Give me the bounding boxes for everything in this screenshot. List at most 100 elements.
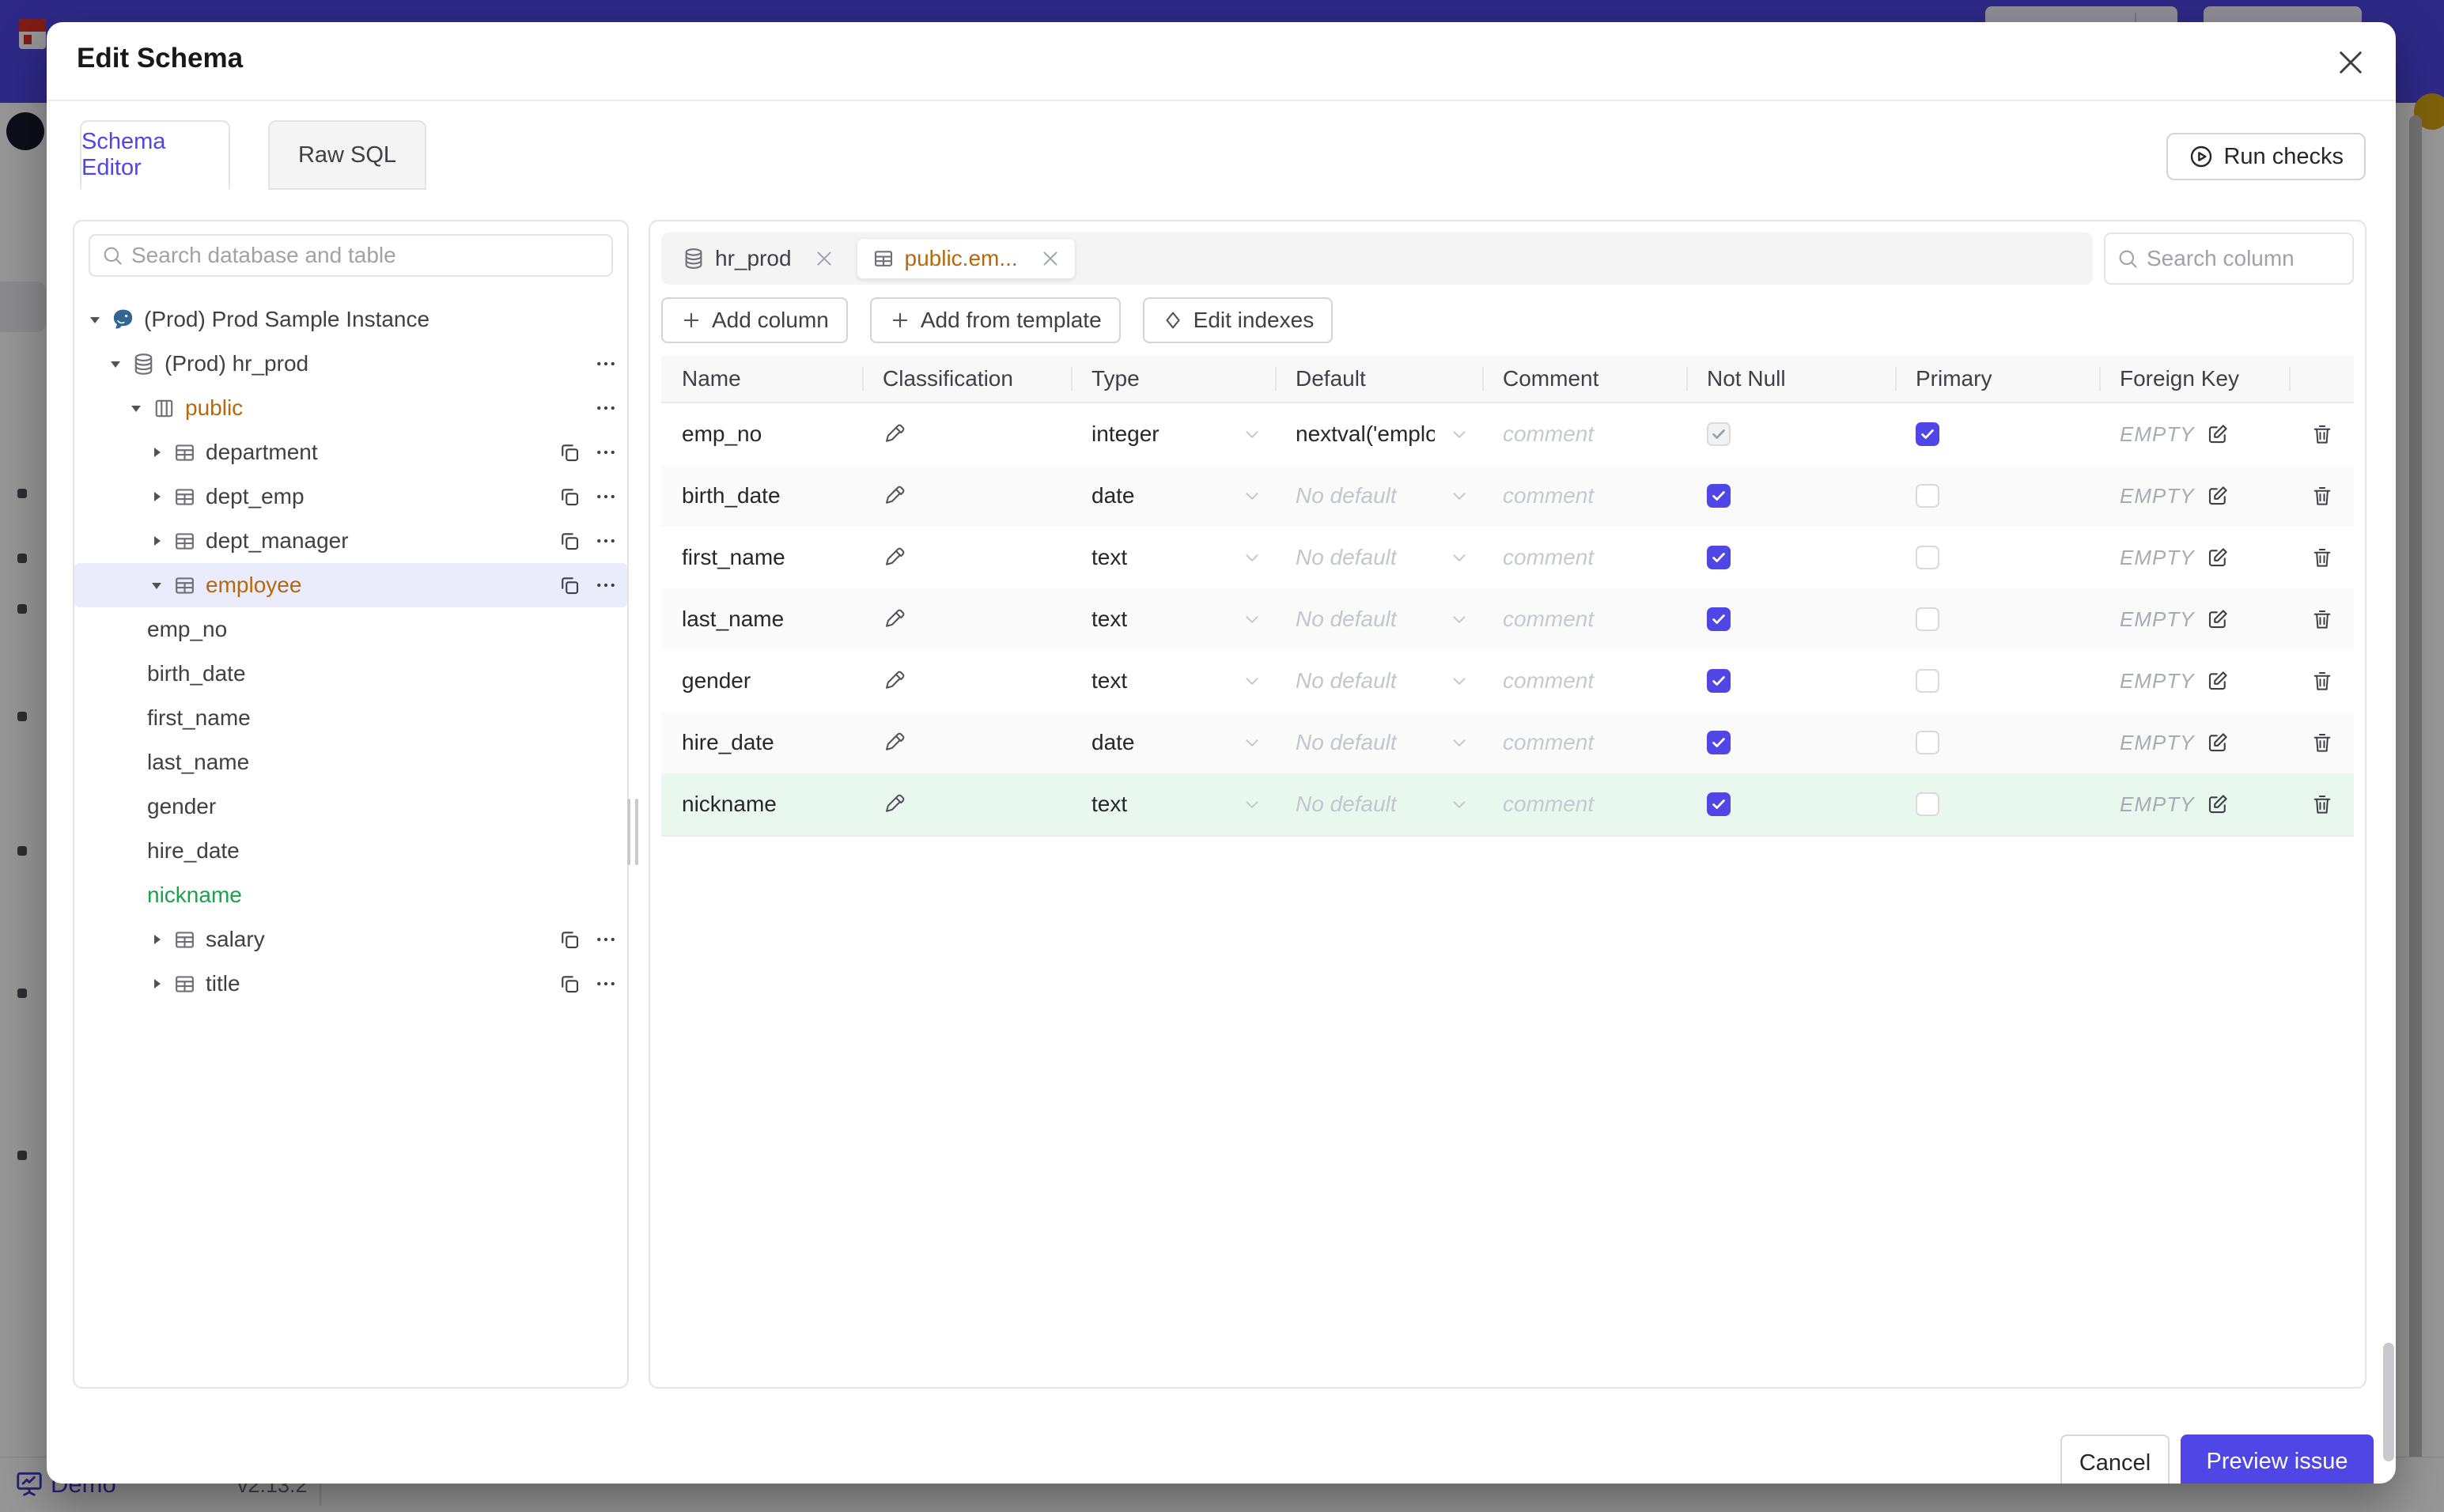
pencil-icon[interactable] xyxy=(883,484,906,508)
tab-raw-sql[interactable]: Raw SQL xyxy=(268,120,426,190)
copy-icon[interactable] xyxy=(558,485,581,508)
trash-icon[interactable] xyxy=(2310,422,2334,446)
column-name-cell[interactable]: first_name xyxy=(661,545,862,570)
add-from-template-button[interactable]: Add from template xyxy=(869,297,1121,343)
column-name-cell[interactable]: hire_date xyxy=(661,730,862,755)
default-select[interactable]: No default xyxy=(1275,483,1482,508)
tab-chip-public-employee[interactable]: public.em... xyxy=(856,238,1076,279)
not-null-checkbox[interactable] xyxy=(1707,731,1731,754)
caret-down-icon[interactable] xyxy=(106,354,125,373)
copy-icon[interactable] xyxy=(558,573,581,597)
comment-input[interactable]: comment xyxy=(1482,792,1686,817)
modal-scrollbar[interactable] xyxy=(2383,1343,2394,1461)
edit-foreign-key-icon[interactable] xyxy=(2206,546,2230,569)
comment-input[interactable]: comment xyxy=(1482,421,1686,447)
tree-item[interactable]: emp_no xyxy=(74,607,627,652)
primary-checkbox[interactable] xyxy=(1916,546,1939,569)
default-select[interactable]: No default xyxy=(1275,668,1482,694)
more-icon[interactable] xyxy=(594,529,618,553)
column-search-input[interactable] xyxy=(2147,246,2341,271)
close-icon[interactable] xyxy=(814,248,834,269)
tab-schema-editor[interactable]: Schema Editor xyxy=(80,120,230,190)
cancel-button[interactable]: Cancel xyxy=(2060,1435,2170,1484)
trash-icon[interactable] xyxy=(2310,669,2334,693)
tree-item[interactable]: public xyxy=(74,386,627,430)
primary-checkbox[interactable] xyxy=(1916,607,1939,631)
copy-icon[interactable] xyxy=(558,529,581,553)
preview-issue-button[interactable]: Preview issue xyxy=(2181,1435,2374,1484)
column-name-cell[interactable]: birth_date xyxy=(661,483,862,508)
tree-item[interactable]: salary xyxy=(74,917,627,962)
more-icon[interactable] xyxy=(594,396,618,420)
tree-item[interactable]: gender xyxy=(74,784,627,829)
close-icon[interactable] xyxy=(2334,46,2367,79)
copy-icon[interactable] xyxy=(558,440,581,464)
edit-foreign-key-icon[interactable] xyxy=(2206,484,2230,508)
tree-item[interactable]: department xyxy=(74,430,627,474)
pencil-icon[interactable] xyxy=(883,546,906,569)
type-select[interactable]: text xyxy=(1071,792,1275,817)
more-icon[interactable] xyxy=(594,928,618,951)
primary-checkbox[interactable] xyxy=(1916,669,1939,693)
trash-icon[interactable] xyxy=(2310,792,2334,816)
more-icon[interactable] xyxy=(594,573,618,597)
caret-down-icon[interactable] xyxy=(127,399,146,418)
edit-foreign-key-icon[interactable] xyxy=(2206,792,2230,816)
pencil-icon[interactable] xyxy=(883,731,906,754)
edit-foreign-key-icon[interactable] xyxy=(2206,607,2230,631)
column-name-cell[interactable]: nickname xyxy=(661,792,862,817)
tree-item[interactable]: first_name xyxy=(74,696,627,740)
trash-icon[interactable] xyxy=(2310,484,2334,508)
type-select[interactable]: integer xyxy=(1071,421,1275,447)
tree-item[interactable]: last_name xyxy=(74,740,627,784)
primary-checkbox[interactable] xyxy=(1916,484,1939,508)
caret-right-icon[interactable] xyxy=(147,531,166,550)
default-select[interactable]: No default xyxy=(1275,545,1482,570)
tree-item[interactable]: hire_date xyxy=(74,829,627,873)
default-select[interactable]: No default xyxy=(1275,792,1482,817)
run-checks-button[interactable]: Run checks xyxy=(2166,133,2366,180)
tree-search-input[interactable] xyxy=(131,243,600,268)
copy-icon[interactable] xyxy=(558,972,581,996)
primary-checkbox[interactable] xyxy=(1916,422,1939,446)
type-select[interactable]: date xyxy=(1071,730,1275,755)
default-select[interactable]: No default xyxy=(1275,607,1482,632)
caret-down-icon[interactable] xyxy=(147,576,166,595)
column-name-cell[interactable]: emp_no xyxy=(661,421,862,447)
comment-input[interactable]: comment xyxy=(1482,545,1686,570)
trash-icon[interactable] xyxy=(2310,546,2334,569)
more-icon[interactable] xyxy=(594,972,618,996)
comment-input[interactable]: comment xyxy=(1482,730,1686,755)
caret-right-icon[interactable] xyxy=(147,974,166,993)
primary-checkbox[interactable] xyxy=(1916,731,1939,754)
add-column-button[interactable]: Add column xyxy=(661,297,848,343)
not-null-checkbox[interactable] xyxy=(1707,792,1731,816)
not-null-checkbox[interactable] xyxy=(1707,484,1731,508)
tree-item[interactable]: birth_date xyxy=(74,652,627,696)
edit-foreign-key-icon[interactable] xyxy=(2206,422,2230,446)
tree-item[interactable]: dept_manager xyxy=(74,519,627,563)
panel-resize-handle[interactable] xyxy=(626,799,639,865)
pencil-icon[interactable] xyxy=(883,669,906,693)
not-null-checkbox[interactable] xyxy=(1707,422,1731,446)
tree-item[interactable]: nickname xyxy=(74,873,627,917)
edit-foreign-key-icon[interactable] xyxy=(2206,669,2230,693)
tree-item[interactable]: (Prod) hr_prod xyxy=(74,342,627,386)
default-select[interactable]: No default xyxy=(1275,730,1482,755)
comment-input[interactable]: comment xyxy=(1482,483,1686,508)
close-icon[interactable] xyxy=(1040,248,1061,269)
not-null-checkbox[interactable] xyxy=(1707,546,1731,569)
more-icon[interactable] xyxy=(594,352,618,376)
tree-item[interactable]: employee xyxy=(74,563,627,607)
edit-foreign-key-icon[interactable] xyxy=(2206,731,2230,754)
type-select[interactable]: text xyxy=(1071,668,1275,694)
not-null-checkbox[interactable] xyxy=(1707,607,1731,631)
caret-right-icon[interactable] xyxy=(147,487,166,506)
copy-icon[interactable] xyxy=(558,928,581,951)
comment-input[interactable]: comment xyxy=(1482,668,1686,694)
more-icon[interactable] xyxy=(594,440,618,464)
primary-checkbox[interactable] xyxy=(1916,792,1939,816)
type-select[interactable]: text xyxy=(1071,545,1275,570)
comment-input[interactable]: comment xyxy=(1482,607,1686,632)
pencil-icon[interactable] xyxy=(883,607,906,631)
